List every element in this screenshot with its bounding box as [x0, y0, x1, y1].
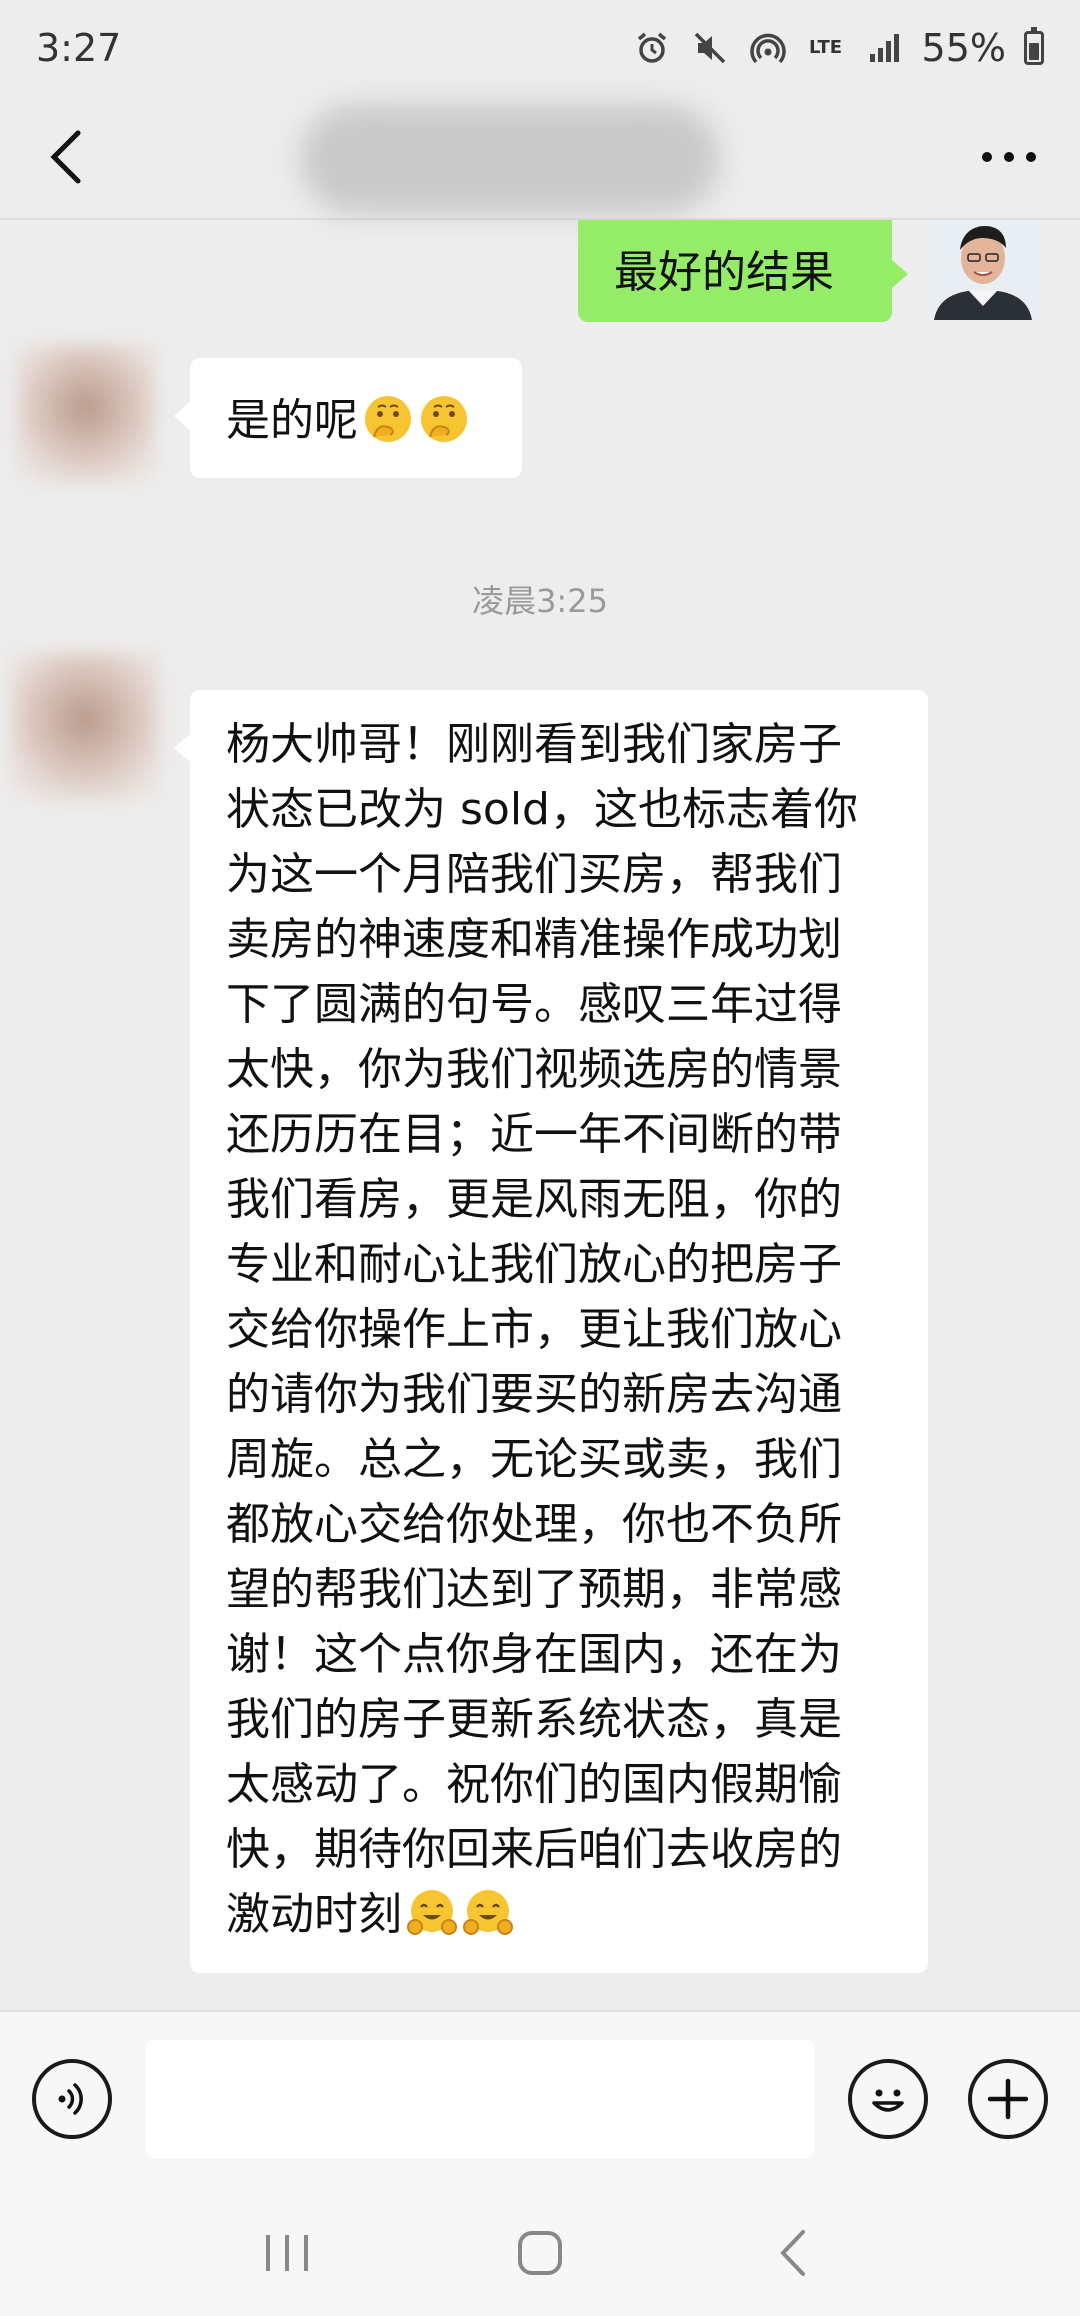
message-bubble-received[interactable]: 是的呢: [174, 358, 522, 478]
message-bubble-sent[interactable]: 最好的结果: [578, 220, 908, 322]
message-bubble-received-long[interactable]: 杨大帅哥！刚刚看到我们家房子 状态已改为 sold，这也标志着你 为这一个月陪我…: [174, 690, 928, 1973]
lte-icon: LTE: [806, 28, 846, 68]
message-line: 的请你为我们要买的新房去沟通: [226, 1369, 842, 1420]
message-line: 专业和耐心让我们放心的把房子: [226, 1239, 842, 1290]
home-button[interactable]: [500, 2213, 580, 2293]
chat-area[interactable]: 最好的结果 是的呢 凌晨3:25 杨大帅哥！刚刚看到我们家房子 状态已改为 so…: [0, 220, 1080, 2010]
message-line: 为这一个月陪我们买房，帮我们: [226, 849, 842, 900]
message-line: 交给你操作上市，更让我们放心: [226, 1304, 842, 1355]
mute-icon: [690, 28, 730, 68]
message-line: 下了圆满的句号。感叹三年过得: [226, 979, 842, 1030]
plus-button[interactable]: [968, 2059, 1048, 2139]
chat-header: [0, 96, 1080, 220]
message-line: 我们的房子更新系统状态，真是: [226, 1694, 842, 1745]
chevron-left-icon: [50, 130, 81, 184]
battery-icon: [1024, 27, 1044, 65]
message-line-text: 激动时刻: [226, 1889, 402, 1940]
status-icons: LTE 55%: [632, 26, 1044, 70]
message-line: 太快，你为我们视频选房的情景: [226, 1044, 842, 1095]
more-icon: [982, 152, 1036, 162]
message-timestamp: 凌晨3:25: [472, 582, 608, 620]
message-line: 还历历在目；近一年不间断的带: [226, 1109, 842, 1160]
message-text: 是的呢: [226, 395, 358, 446]
signal-icon: [864, 28, 904, 68]
contact-avatar[interactable]: [10, 652, 160, 802]
message-line-last: 激动时刻: [226, 1882, 892, 1947]
plus-icon: [987, 2078, 1029, 2120]
voice-icon: [58, 2083, 83, 2115]
message-line: 我们看房，更是风雨无阻，你的: [226, 1174, 842, 1225]
smiley-icon: [872, 2089, 904, 2112]
thinking-emoji-icon: [421, 396, 467, 442]
message-line: 太感动了。祝你们的国内假期愉: [226, 1759, 842, 1810]
message-line: 周旋。总之，无论买或卖，我们: [226, 1434, 842, 1485]
hugging-emoji-icon: [463, 1890, 513, 1935]
status-bar: 3:27 LTE 55%: [0, 0, 1080, 96]
thinking-emoji-icon: [365, 396, 411, 442]
recents-icon: [265, 2235, 308, 2271]
hotspot-icon: [748, 28, 788, 68]
message-line: 卖房的神速度和精准操作成功划: [226, 914, 842, 965]
input-bar: [0, 2010, 1080, 2190]
emoji-button[interactable]: [848, 2059, 928, 2139]
hugging-emoji-icon: [407, 1890, 457, 1935]
message-line: 都放心交给你处理，你也不负所: [226, 1499, 842, 1550]
message-input[interactable]: [146, 2040, 814, 2158]
contact-name-redacted: [300, 104, 720, 214]
more-options-button[interactable]: [974, 127, 1044, 187]
message-line: 谢！这个点你身在国内，还在为: [226, 1629, 842, 1680]
network-label: LTE: [808, 37, 843, 58]
home-icon: [517, 2231, 562, 2275]
nav-back-button[interactable]: [753, 2213, 833, 2293]
nav-back-icon: [780, 2230, 806, 2276]
alarm-icon: [632, 28, 672, 68]
message-text: 最好的结果: [614, 247, 834, 298]
message-line: 状态已改为 sold，这也标志着你: [226, 784, 858, 835]
message-line: 快，期待你回来后咱们去收房的: [226, 1824, 842, 1875]
contact-avatar[interactable]: [16, 344, 156, 484]
self-avatar[interactable]: [924, 220, 1042, 320]
message-line: 望的帮我们达到了预期，非常感: [226, 1564, 842, 1615]
recents-button[interactable]: [247, 2213, 327, 2293]
voice-button[interactable]: [32, 2059, 112, 2139]
status-time: 3:27: [36, 26, 122, 70]
battery-percent: 55%: [921, 26, 1006, 70]
system-nav-bar: [0, 2190, 1080, 2316]
message-line: 杨大帅哥！刚刚看到我们家房子: [226, 719, 842, 770]
back-button[interactable]: [36, 127, 96, 187]
